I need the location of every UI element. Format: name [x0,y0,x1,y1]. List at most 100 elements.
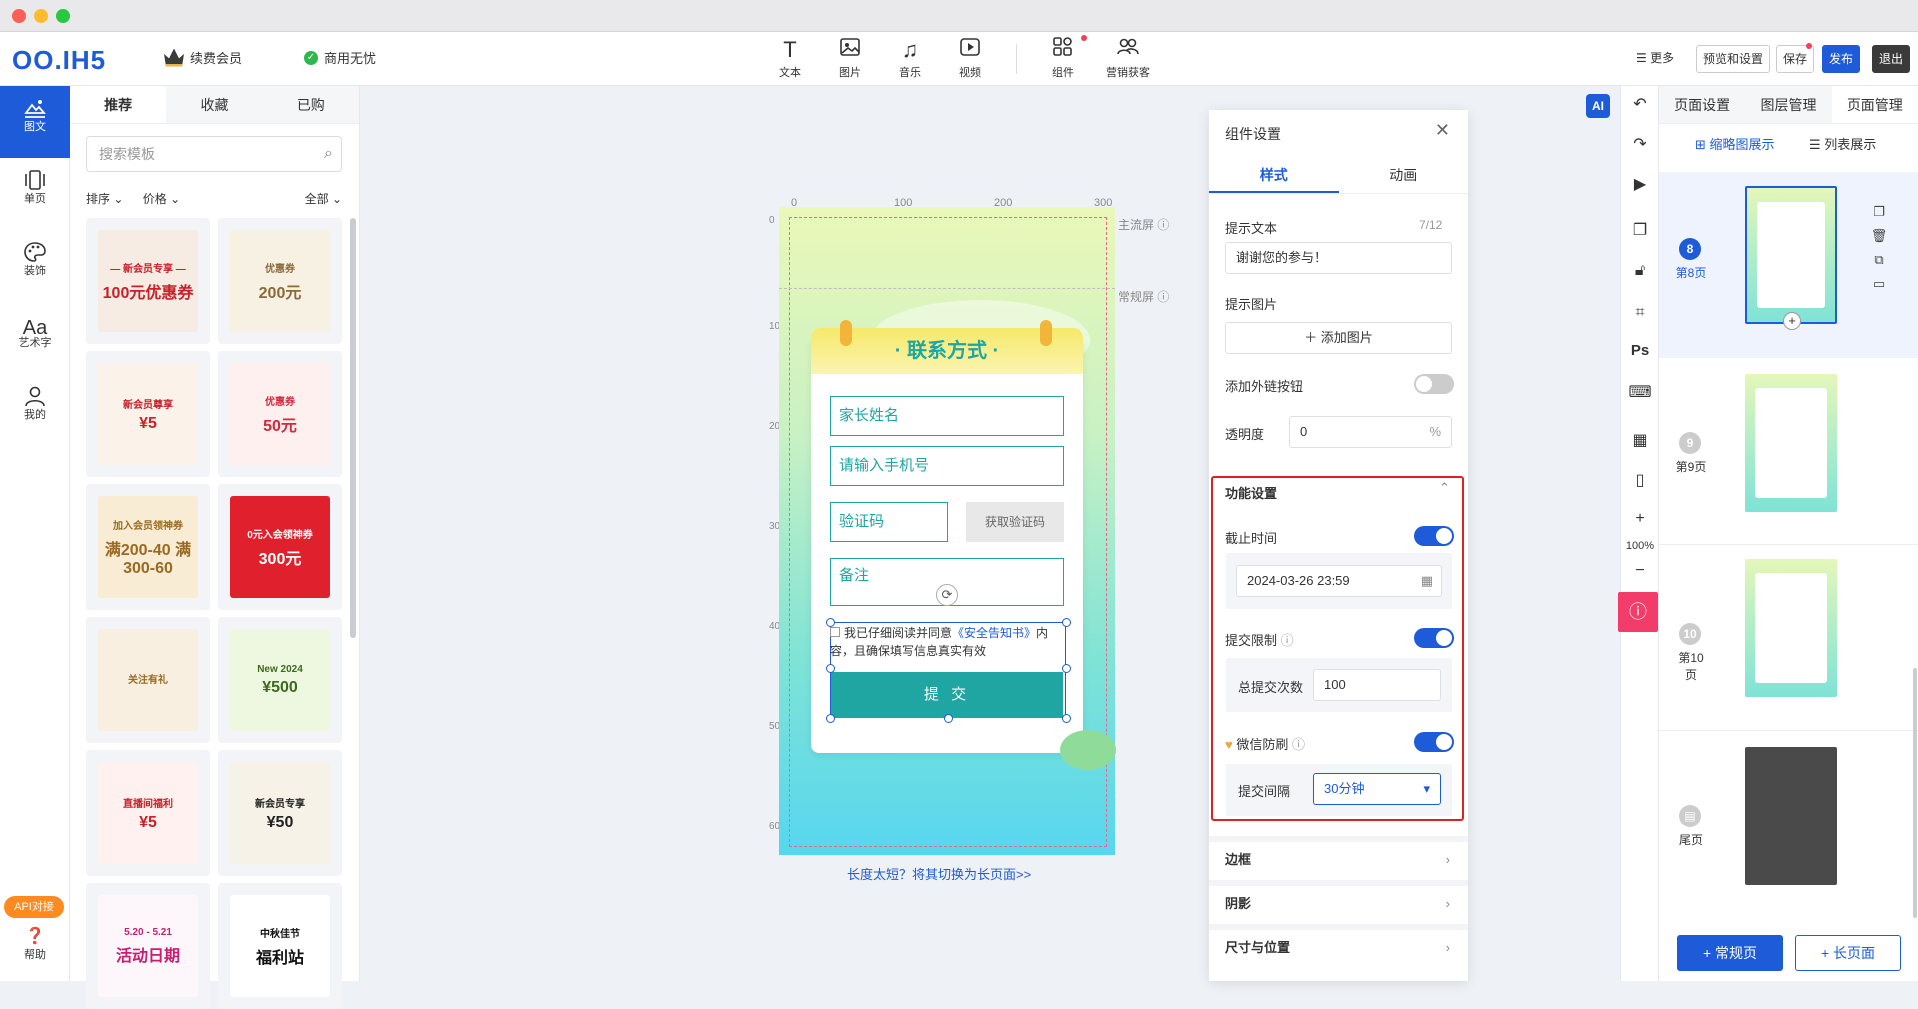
page-manager-scrollbar[interactable] [1913,668,1917,918]
commercial-badge[interactable]: ✓ 商用无忧 [304,48,376,67]
template-card[interactable]: 优惠券 50元 [218,351,342,477]
undo-icon[interactable]: ↶ [1621,94,1659,114]
opacity-input[interactable]: 0 % [1289,416,1452,448]
tool-image[interactable]: 图片 [825,36,875,82]
rotate-icon[interactable]: ⟳ [936,584,958,606]
field-phone[interactable]: 请输入手机号 [830,446,1064,486]
redo-icon[interactable]: ↷ [1621,134,1659,154]
save-button[interactable]: 保存 [1776,45,1815,73]
page-thumbnail[interactable] [1745,747,1837,885]
grid-icon[interactable]: ▦ [1621,430,1659,450]
copy-page-icon[interactable]: ❐ [1621,220,1659,240]
get-code-button[interactable]: 获取验证码 [966,502,1064,542]
keyboard-icon[interactable]: ⌨ [1621,382,1659,402]
zoom-out-button[interactable]: − [1621,562,1659,580]
template-card[interactable]: 中秋佳节 福利站 [218,883,342,1009]
tool-component[interactable]: 组件 [1038,36,1088,82]
tip-text-input[interactable]: 谢谢您的参与！ [1225,242,1452,274]
submit-button[interactable]: 提 交 [831,672,1063,718]
more-menu[interactable]: ☰ 更多 [1636,49,1674,66]
page-item[interactable]: ▤ 尾页 [1659,730,1918,916]
folder-icon[interactable]: ▭ [1869,272,1889,296]
nav-mine[interactable]: 我的 [0,374,70,446]
list-mode[interactable]: ☰ 列表展示 [1809,134,1876,153]
all-filter[interactable]: 全部 ⌄ [305,190,342,207]
external-link-toggle[interactable] [1414,374,1454,394]
template-card[interactable]: 优惠券 200元 [218,218,342,344]
close-icon[interactable]: ✕ [1435,120,1450,141]
template-card[interactable]: 新会员专享 ¥50 [218,750,342,876]
template-card[interactable]: 新会员尊享 ¥5 [86,351,210,477]
border-section[interactable]: 边框 › [1209,836,1468,878]
template-search-input[interactable]: 搜索模板 ⌕ [86,136,342,172]
add-page-icon[interactable]: + [1783,312,1801,330]
resize-handle[interactable] [826,664,835,673]
resize-handle[interactable] [1062,618,1071,627]
tab-layers[interactable]: 图层管理 [1745,86,1832,123]
page-thumbnail[interactable] [1745,374,1837,512]
delete-icon[interactable]: 🗑︎ [1869,224,1889,248]
page-thumbnail[interactable] [1745,186,1837,324]
tab-style[interactable]: 样式 [1209,158,1339,193]
switch-long-page-link[interactable]: 长度太短？将其切换为长页面>> [847,864,1031,883]
resize-handle[interactable] [1062,664,1071,673]
ai-button[interactable]: AI [1586,94,1610,118]
field-parent-name[interactable]: 家长姓名 [830,396,1064,436]
price-filter[interactable]: 价格 ⌄ [143,192,180,206]
tool-music[interactable]: ♫ 音乐 [885,36,935,82]
sort-filter[interactable]: 排序 ⌄ [86,192,123,206]
add-normal-page-button[interactable]: + 常规页 [1677,935,1783,971]
maximize-window-button[interactable] [56,9,70,23]
template-card[interactable]: 0元入会领神券 300元 [218,484,342,610]
tab-recommend[interactable]: 推荐 [70,86,167,123]
tab-purchased[interactable]: 已购 [262,86,359,123]
tool-marketing[interactable]: 营销获客 [1098,36,1158,82]
nav-image-text[interactable]: 图文 [0,86,70,158]
minimize-window-button[interactable] [34,9,48,23]
tab-favorites[interactable]: 收藏 [166,86,263,123]
app-logo[interactable]: OO.IH5 [12,45,106,76]
tool-video[interactable]: 视频 [945,36,995,82]
template-card[interactable]: 5.20 - 5.21 活动日期 [86,883,210,1009]
nav-art-text[interactable]: Aa 艺术字 [0,302,70,374]
copy-icon[interactable]: ❐ [1869,200,1889,224]
lock-icon[interactable]: 🔓︎ [1621,262,1659,280]
play-icon[interactable]: ▶ [1621,174,1659,194]
page-item[interactable]: 10 第10页 [1659,544,1918,730]
duplicate-icon[interactable]: ⧉ [1869,248,1889,272]
resize-handle[interactable] [1062,714,1071,723]
agreement-link[interactable]: 《安全告知书》 [952,626,1036,640]
add-image-button[interactable]: ＋ 添加图片 [1225,322,1452,354]
size-position-section[interactable]: 尺寸与位置 › [1209,924,1468,966]
thumbnail-mode[interactable]: ⊞ 缩略图展示 [1695,134,1775,153]
ps-icon[interactable]: Ps [1621,342,1659,359]
add-long-page-button[interactable]: + 长页面 [1795,935,1901,971]
resize-handle[interactable] [944,714,953,723]
nav-single-page[interactable]: 单页 [0,158,70,230]
page-item[interactable]: 9 第9页 [1659,358,1918,544]
tab-animation[interactable]: 动画 [1339,158,1469,193]
tool-text[interactable]: T 文本 [765,36,815,82]
tab-page-manage[interactable]: 页面管理 [1831,86,1918,123]
close-window-button[interactable] [12,9,26,23]
page-item[interactable]: 8 第8页 + ❐ 🗑︎ ⧉ ▭ [1659,172,1918,358]
mobile-icon[interactable]: ▯ [1621,470,1659,490]
page-thumbnail[interactable] [1745,559,1837,697]
shadow-section[interactable]: 阴影 › [1209,880,1468,922]
ocr-icon[interactable]: ⌗ [1621,304,1659,322]
alert-icon[interactable]: ⓘ [1618,592,1658,632]
template-card[interactable]: New 2024 ¥500 [218,617,342,743]
resize-handle[interactable] [826,618,835,627]
template-card[interactable]: 关注有礼 [86,617,210,743]
nav-decoration[interactable]: 装饰 [0,230,70,302]
tab-page-settings[interactable]: 页面设置 [1659,86,1746,123]
preview-settings-button[interactable]: 预览和设置 [1696,45,1771,73]
template-card[interactable]: 直播间福利 ¥5 [86,750,210,876]
template-scrollbar[interactable] [350,218,356,638]
resize-handle[interactable] [826,714,835,723]
template-card[interactable]: 加入会员领神券 满200-40 满300-60 [86,484,210,610]
template-card[interactable]: — 新会员专享 — 100元优惠券 [86,218,210,344]
field-verify-code[interactable]: 验证码 [830,502,948,542]
publish-button[interactable]: 发布 [1822,45,1861,73]
vip-renew[interactable]: 续费会员 [164,48,242,67]
